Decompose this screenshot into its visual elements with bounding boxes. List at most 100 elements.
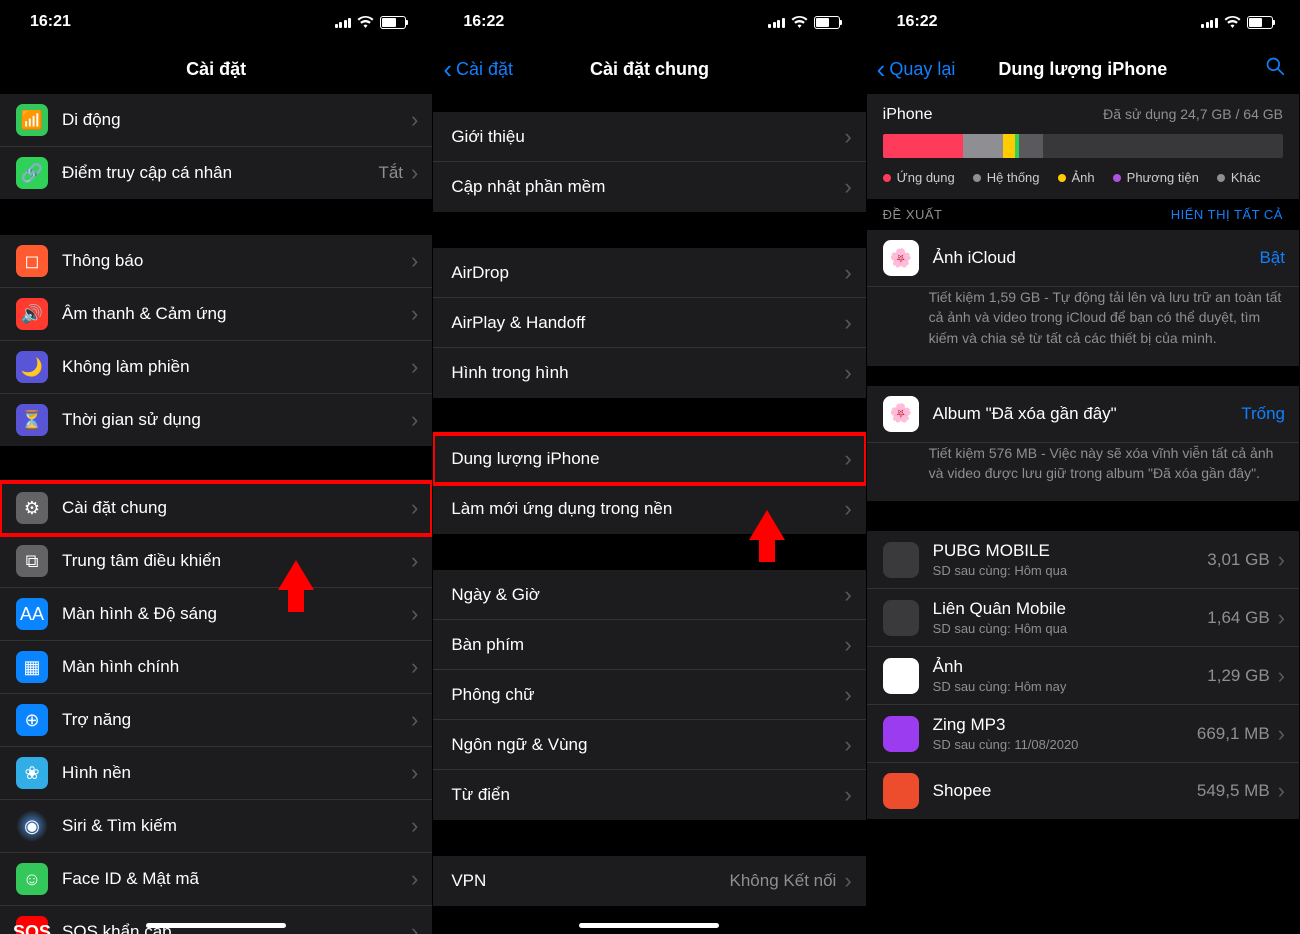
settings-row-bgrefresh[interactable]: Làm mới ứng dụng trong nền› (433, 484, 865, 534)
app-last-used: SD sau cùng: 11/08/2020 (933, 737, 1197, 752)
recommendation-row-recently-deleted[interactable]: 🌸 Album "Đã xóa gần đây" Trống (867, 386, 1299, 443)
section-title: ĐỀ XUẤT (883, 207, 943, 222)
chevron-right-icon: › (411, 550, 418, 572)
row-label: Trung tâm điều khiển (62, 551, 411, 571)
chevron-right-icon: › (411, 762, 418, 784)
row-icon: AA (16, 598, 48, 630)
row-icon: ◉ (16, 810, 48, 842)
back-button[interactable]: ‹ Cài đặt (443, 56, 513, 82)
legend-item: Phương tiện (1113, 170, 1199, 185)
chevron-right-icon: › (844, 784, 851, 806)
search-button[interactable] (1265, 56, 1285, 82)
show-all-link[interactable]: HIỂN THỊ TẤT CẢ (1171, 207, 1283, 222)
storage-legend: Ứng dụngHệ thốngẢnhPhương tiệnKhác (883, 170, 1283, 185)
wifi-icon (357, 16, 374, 28)
chevron-right-icon: › (411, 709, 418, 731)
status-time: 16:21 (30, 13, 71, 31)
row-label: Hình trong hình (451, 363, 844, 383)
app-storage-row-zing[interactable]: Zing MP3SD sau cùng: 11/08/2020669,1 MB› (867, 705, 1299, 763)
settings-row-wallpaper[interactable]: ❀Hình nền› (0, 747, 432, 800)
row-label: Trợ năng (62, 710, 411, 730)
app-storage-row-shopee[interactable]: Shopee549,5 MB› (867, 763, 1299, 819)
settings-row-notifications[interactable]: ◻Thông báo› (0, 235, 432, 288)
settings-row-vpn[interactable]: VPNKhông Kết nối › (433, 856, 865, 906)
row-icon: 🔗 (16, 157, 48, 189)
row-title: Album "Đã xóa gần đây" (933, 404, 1242, 424)
settings-row-hotspot[interactable]: 🔗Điểm truy cập cá nhânTắt› (0, 147, 432, 199)
app-storage-row-pubg[interactable]: PUBG MOBILESD sau cùng: Hôm qua3,01 GB› (867, 531, 1299, 589)
highlight-arrow-icon (278, 560, 314, 590)
app-name: Liên Quân Mobile (933, 599, 1208, 619)
home-indicator[interactable] (146, 923, 286, 928)
battery-icon (380, 16, 406, 29)
settings-row-dnd[interactable]: 🌙Không làm phiền› (0, 341, 432, 394)
app-storage-row-lienquan[interactable]: Liên Quân MobileSD sau cùng: Hôm qua1,64… (867, 589, 1299, 647)
settings-row-pip[interactable]: Hình trong hình› (433, 348, 865, 398)
settings-row-fonts[interactable]: Phông chữ› (433, 670, 865, 720)
status-time: 16:22 (897, 13, 938, 31)
settings-row-airdrop[interactable]: AirDrop› (433, 248, 865, 298)
row-title: Ảnh iCloud (933, 248, 1260, 268)
chevron-right-icon: › (844, 634, 851, 656)
row-label: Di động (62, 110, 411, 130)
settings-row-general[interactable]: ⚙Cài đặt chung› (0, 482, 432, 535)
legend-label: Ảnh (1072, 170, 1095, 185)
settings-row-about[interactable]: Giới thiệu› (433, 112, 865, 162)
back-button[interactable]: ‹ Quay lại (877, 56, 956, 82)
row-value: Không Kết nối (730, 871, 837, 891)
settings-row-accessibility[interactable]: ⊕Trợ năng› (0, 694, 432, 747)
settings-row-sos[interactable]: SOSSOS khẩn cấp› (0, 906, 432, 934)
row-icon: ◻ (16, 245, 48, 277)
settings-row-sounds[interactable]: 🔊Âm thanh & Cảm ứng› (0, 288, 432, 341)
row-label: Dung lượng iPhone (451, 449, 844, 469)
settings-row-airplay[interactable]: AirPlay & Handoff› (433, 298, 865, 348)
row-label: Bàn phím (451, 635, 844, 655)
row-label: Ngày & Giờ (451, 585, 844, 605)
settings-row-language[interactable]: Ngôn ngữ & Vùng› (433, 720, 865, 770)
enable-link[interactable]: Bật (1259, 248, 1285, 268)
chevron-right-icon: › (411, 162, 418, 184)
settings-row-control-center[interactable]: ⧉Trung tâm điều khiển› (0, 535, 432, 588)
row-icon: ⚙ (16, 492, 48, 524)
settings-row-faceid[interactable]: ☺Face ID & Mật mã› (0, 853, 432, 906)
row-label: Từ điển (451, 785, 844, 805)
app-name: Shopee (933, 781, 1197, 801)
settings-row-update[interactable]: Cập nhật phần mềm› (433, 162, 865, 212)
settings-row-display[interactable]: AAMàn hình & Độ sáng› (0, 588, 432, 641)
row-label: VPN (451, 871, 729, 891)
settings-row-home[interactable]: ▦Màn hình chính› (0, 641, 432, 694)
page-title: Cài đặt chung (590, 59, 709, 80)
settings-row-datetime[interactable]: Ngày & Giờ› (433, 570, 865, 620)
device-name: iPhone (883, 106, 933, 124)
chevron-right-icon: › (411, 497, 418, 519)
settings-row-keyboard[interactable]: Bàn phím› (433, 620, 865, 670)
settings-row-siri[interactable]: ◉Siri & Tìm kiếm› (0, 800, 432, 853)
chevron-right-icon: › (844, 448, 851, 470)
chevron-right-icon: › (1278, 723, 1285, 745)
row-label: Siri & Tìm kiếm (62, 816, 411, 836)
row-label: Hình nền (62, 763, 411, 783)
status-time: 16:22 (463, 13, 504, 31)
recommendation-row-icloud-photos[interactable]: 🌸 Ảnh iCloud Bật (867, 230, 1299, 287)
settings-row-cellular[interactable]: 📶Di động› (0, 94, 432, 147)
settings-row-storage[interactable]: Dung lượng iPhone› (433, 434, 865, 484)
chevron-left-icon: ‹ (877, 56, 886, 82)
chevron-right-icon: › (844, 870, 851, 892)
chevron-right-icon: › (844, 262, 851, 284)
empty-link[interactable]: Trống (1241, 404, 1285, 424)
recommendation-description: Tiết kiệm 576 MB - Việc này sẽ xóa vĩnh … (867, 443, 1299, 502)
row-label: Phông chữ (451, 685, 844, 705)
app-icon (883, 716, 919, 752)
photos-icon: 🌸 (883, 240, 919, 276)
app-storage-row-photos[interactable]: ẢnhSD sau cùng: Hôm nay1,29 GB› (867, 647, 1299, 705)
chevron-right-icon: › (411, 603, 418, 625)
legend-item: Hệ thống (973, 170, 1040, 185)
row-label: Giới thiệu (451, 127, 844, 147)
settings-row-dictionary[interactable]: Từ điển› (433, 770, 865, 820)
chevron-right-icon: › (411, 250, 418, 272)
settings-row-screentime[interactable]: ⏳Thời gian sử dụng› (0, 394, 432, 446)
home-indicator[interactable] (579, 923, 719, 928)
app-last-used: SD sau cùng: Hôm qua (933, 621, 1208, 636)
legend-label: Khác (1231, 170, 1261, 185)
chevron-right-icon: › (411, 109, 418, 131)
